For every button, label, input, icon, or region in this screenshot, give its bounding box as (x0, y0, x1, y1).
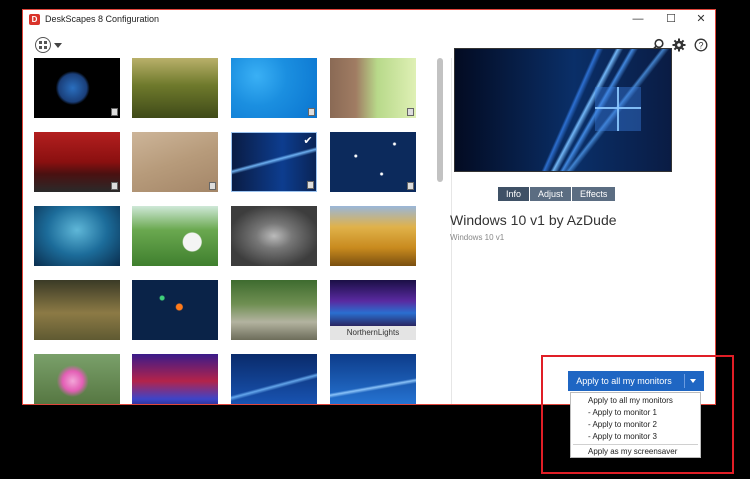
thumbnail-sand-ripples[interactable] (132, 132, 218, 192)
animated-badge-icon (111, 182, 118, 190)
selected-check-icon: ✔ (303, 135, 313, 147)
animated-badge-icon (407, 108, 414, 116)
gear-icon[interactable] (672, 38, 686, 52)
thumbnail-tree-road[interactable] (231, 280, 317, 340)
view-mode-dropdown[interactable] (35, 36, 65, 56)
wallpaper-title: Windows 10 v1 by AzDude (450, 212, 617, 228)
thumbnail-pink-flower[interactable] (34, 354, 120, 404)
thumbnail-golf-ball[interactable] (132, 206, 218, 266)
tab-info[interactable]: Info (498, 187, 531, 201)
thumbnail-gray-creature[interactable] (231, 206, 317, 266)
help-icon[interactable]: ? (694, 38, 708, 52)
thumbnail-windows-blue-2[interactable] (330, 354, 416, 404)
tab-adjust[interactable]: Adjust (530, 187, 573, 201)
thumbnail-label: NorthernLights (330, 326, 416, 340)
thumbnail-red-car-street[interactable] (34, 132, 120, 192)
maximize-button[interactable]: ☐ (663, 12, 679, 26)
svg-text:?: ? (698, 40, 703, 50)
thumbnail-tree-bark[interactable] (330, 58, 416, 118)
window-title: DeskScapes 8 Configuration (45, 14, 160, 24)
minimize-button[interactable]: — (630, 12, 646, 26)
windows-logo-icon (595, 87, 641, 131)
title-bar: D DeskScapes 8 Configuration — ☐ ✕ (23, 10, 715, 30)
chevron-down-icon (54, 43, 62, 48)
thumbnail-floating-tree[interactable] (34, 206, 120, 266)
thumbnail-blue-sparkles[interactable] (330, 132, 416, 192)
panel-divider (451, 58, 452, 404)
animated-badge-icon (209, 182, 216, 190)
animated-badge-icon (111, 108, 118, 116)
wallpaper-gallery: ✔ NorthernLights (32, 58, 428, 404)
thumbnail-windows-blue-1[interactable] (231, 354, 317, 404)
view-grid-icon (35, 37, 51, 53)
gallery-scrollbar[interactable] (436, 58, 444, 404)
wallpaper-subtitle: Windows 10 v1 (450, 233, 505, 242)
thumbnail-grass-light[interactable] (34, 280, 120, 340)
animated-badge-icon (407, 182, 414, 190)
scrollbar-thumb[interactable] (437, 58, 443, 182)
thumbnail-windows-10-v1[interactable]: ✔ (231, 132, 317, 192)
thumbnail-red-blue-glow[interactable] (132, 354, 218, 404)
thumbnail-grass-field[interactable] (132, 58, 218, 118)
tab-effects[interactable]: Effects (572, 187, 617, 201)
wallpaper-preview (454, 48, 672, 172)
animated-badge-icon (307, 181, 314, 189)
thumbnail-wheat-field[interactable] (330, 206, 416, 266)
thumbnail-earth[interactable] (34, 58, 120, 118)
thumbnail-blue-ripple[interactable] (231, 58, 317, 118)
thumbnail-space-orbs[interactable] (132, 280, 218, 340)
animated-badge-icon (308, 108, 315, 116)
highlight-box (541, 355, 734, 474)
detail-tabs: Info Adjust Effects (498, 187, 617, 201)
app-logo-icon: D (29, 14, 40, 25)
thumbnail-northern-lights[interactable]: NorthernLights (330, 280, 416, 340)
close-button[interactable]: ✕ (693, 12, 709, 26)
